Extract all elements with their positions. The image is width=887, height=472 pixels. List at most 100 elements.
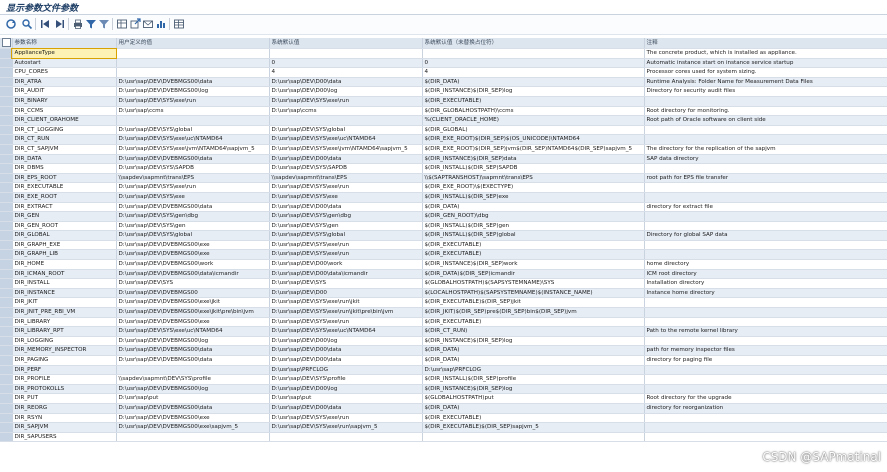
comment-cell[interactable]: Processor cores used for system sizing.	[644, 67, 887, 78]
first-page-icon[interactable]	[38, 17, 52, 31]
default-unsubstituted-cell[interactable]: $(DIR_INSTALL)$(DIR_SEP)gen	[422, 221, 645, 232]
row-selector[interactable]	[0, 374, 13, 385]
comment-cell[interactable]: Path to the remote kernel library	[644, 326, 887, 337]
comment-cell[interactable]	[644, 192, 887, 203]
table-row[interactable]: DIR_EXE_ROOT D:\usr\sap\DEV\SYS\exe D:\usr…	[0, 192, 887, 203]
row-selector[interactable]	[0, 211, 13, 222]
default-unsubstituted-cell[interactable]: $(DIR_DATA)	[422, 77, 645, 88]
default-unsubstituted-cell[interactable]: $(DIR_INSTALL)$(DIR_SEP)SAPDB	[422, 163, 645, 174]
comment-cell[interactable]: directory for paging file	[644, 355, 887, 366]
default-value-cell[interactable]: D:\usr\sap\DEV\SYS\exe\run	[269, 413, 423, 424]
table-row[interactable]: DIR_DBMS D:\usr\sap\DEV\SYS\SAPDB D:\usr\s…	[0, 163, 887, 174]
export-icon[interactable]	[128, 17, 142, 31]
default-unsubstituted-cell[interactable]: $(DIR_EXECUTABLE)	[422, 413, 645, 424]
default-unsubstituted-cell[interactable]: $(DIR_DATA)	[422, 202, 645, 213]
table-row[interactable]: DIR_GRAPH_EXE D:\usr\sap\DEV\DVEBMGS00\ex…	[0, 240, 887, 251]
table-row[interactable]: DIR_GEN_ROOT D:\usr\sap\DEV\SYS\gen D:\usr…	[0, 221, 887, 232]
user-value-cell[interactable]	[116, 48, 270, 59]
comment-cell[interactable]: The concrete product, which is installed…	[644, 48, 887, 59]
table-row[interactable]: DIR_LIBRARY_RPT D:\usr\sap\DEV\SYS\exe\uc…	[0, 326, 887, 337]
table-row[interactable]: DIR_PUT D:\usr\sap\put D:\usr\sap\put $(GLO…	[0, 393, 887, 404]
default-value-cell[interactable]: 0	[269, 58, 423, 69]
comment-cell[interactable]	[644, 374, 887, 385]
row-selector[interactable]	[0, 384, 13, 395]
user-value-cell[interactable]: D:\usr\sap\DEV\DVEBMGS00\data	[116, 154, 270, 165]
param-name-cell[interactable]: DIR_PROTOKOLLS	[12, 384, 117, 395]
row-selector[interactable]	[0, 317, 13, 328]
row-selector[interactable]	[0, 77, 13, 88]
user-value-cell[interactable]: D:\usr\sap\DEV\DVEBMGS00\log	[116, 86, 270, 97]
param-name-cell[interactable]: DIR_ATRA	[12, 77, 117, 88]
default-unsubstituted-cell[interactable]: 0	[422, 58, 645, 69]
row-selector[interactable]	[0, 144, 13, 155]
param-name-cell[interactable]: DIR_JKIT	[12, 297, 117, 309]
table-row[interactable]: DIR_SAPJVM D:\usr\sap\DEV\DVEBMGS00\exe\s…	[0, 422, 887, 433]
row-selector[interactable]	[0, 125, 13, 136]
filter-icon[interactable]	[84, 17, 98, 31]
row-selector[interactable]	[0, 115, 13, 126]
row-selector[interactable]	[0, 221, 13, 232]
comment-cell[interactable]	[644, 125, 887, 136]
comment-cell[interactable]: path for memory inspector files	[644, 345, 887, 356]
default-value-cell[interactable]: D:\usr\sap\DEV\SYS\SAPDB	[269, 163, 423, 174]
param-name-cell[interactable]: DIR_CLIENT_ORAHOME	[12, 115, 117, 126]
row-selector[interactable]	[0, 240, 13, 251]
table-row[interactable]: DIR_CT_LOGGING D:\usr\sap\DEV\SYS\global D…	[0, 125, 887, 136]
comment-cell[interactable]	[644, 365, 887, 376]
row-selector[interactable]	[0, 58, 13, 69]
user-value-cell[interactable]	[116, 67, 270, 78]
param-name-cell[interactable]: DIR_EXTRACT	[12, 202, 117, 213]
row-selector[interactable]	[0, 288, 13, 299]
row-selector[interactable]	[0, 326, 13, 337]
default-unsubstituted-cell[interactable]: $(DIR_EXECUTABLE)	[422, 96, 645, 107]
default-unsubstituted-cell[interactable]: $(DIR_INSTANCE)$(DIR_SEP)log	[422, 86, 645, 97]
comment-cell[interactable]: Automatic instance start on instance ser…	[644, 58, 887, 69]
comment-cell[interactable]: Runtime Analysis: Folder Name for Measur…	[644, 77, 887, 88]
comment-cell[interactable]	[644, 134, 887, 145]
default-unsubstituted-cell[interactable]: $(DIR_EXE_ROOT)\$(EXECTYPE)	[422, 182, 645, 193]
param-name-cell[interactable]: DIR_GLOBAL	[12, 230, 117, 241]
default-value-cell[interactable]: D:\usr\sap\DEV\SYS\profile	[269, 374, 423, 385]
param-name-cell[interactable]: DIR_GRAPH_EXE	[12, 240, 117, 251]
user-value-cell[interactable]: D:\usr\sap\DEV\DVEBMGS00\data\icmandir	[116, 269, 270, 280]
param-name-cell[interactable]: DIR_CT_SAPJVM	[12, 144, 117, 155]
comment-cell[interactable]	[644, 96, 887, 107]
user-value-cell[interactable]: D:\usr\sap\DEV\DVEBMGS00\exe\jkit\pre\bi…	[116, 307, 270, 318]
column-header-default-unsubstituted[interactable]: 系统默认值（未替换占位符）	[422, 38, 645, 49]
user-value-cell[interactable]: D:\usr\sap\DEV\DVEBMGS00\exe	[116, 413, 270, 424]
param-name-cell[interactable]: DIR_HOME	[12, 259, 117, 270]
row-selector[interactable]	[0, 67, 13, 78]
default-unsubstituted-cell[interactable]	[422, 432, 645, 443]
user-value-cell[interactable]: D:\usr\sap\DEV\SYS\global	[116, 230, 270, 241]
default-value-cell[interactable]: D:\usr\sap\DEV\D00\data	[269, 77, 423, 88]
comment-cell[interactable]: home directory	[644, 259, 887, 270]
default-unsubstituted-cell[interactable]: $(DIR_INSTALL)$(DIR_SEP)exe	[422, 192, 645, 203]
user-value-cell[interactable]: D:\usr\sap\DEV\DVEBMGS00\log	[116, 384, 270, 395]
comment-cell[interactable]	[644, 221, 887, 232]
table-row[interactable]: DIR_REORG D:\usr\sap\DEV\DVEBMGS00\data D:…	[0, 403, 887, 414]
row-selector[interactable]	[0, 269, 13, 280]
param-name-cell[interactable]: DIR_LIBRARY_RPT	[12, 326, 117, 337]
default-unsubstituted-cell[interactable]: $(DIR_INSTANCE)$(DIR_SEP)work	[422, 259, 645, 270]
default-value-cell[interactable]	[269, 432, 423, 443]
user-value-cell[interactable]: D:\usr\sap\DEV\DVEBMGS00\data	[116, 355, 270, 366]
graphic-icon[interactable]	[154, 17, 168, 31]
table-row[interactable]: DIR_CT_SAPJVM D:\usr\sap\DEV\SYS\exe\jvm\…	[0, 144, 887, 155]
default-unsubstituted-cell[interactable]: $(DIR_EXECUTABLE)	[422, 249, 645, 261]
param-name-cell[interactable]: DIR_CCMS	[12, 106, 117, 117]
row-selector[interactable]	[0, 413, 13, 424]
default-unsubstituted-cell[interactable]: %(CLIENT_ORACLE_HOME)	[422, 115, 645, 126]
default-value-cell[interactable]: D:\usr\sap\DEV\D00\data	[269, 202, 423, 213]
default-unsubstituted-cell[interactable]: $(DIR_EXE_ROOT)$(DIR_SEP)$(OS_UNICODE)\N…	[422, 134, 645, 145]
table-row[interactable]: DIR_ICMAN_ROOT D:\usr\sap\DEV\DVEBMGS00\d…	[0, 269, 887, 280]
comment-cell[interactable]: Directory for security audit files	[644, 86, 887, 97]
comment-cell[interactable]	[644, 182, 887, 193]
column-header-comment[interactable]: 注释	[644, 38, 887, 49]
comment-cell[interactable]	[644, 413, 887, 424]
settings-icon[interactable]	[172, 17, 186, 31]
default-unsubstituted-cell[interactable]: $(DIR_DATA)	[422, 355, 645, 366]
default-unsubstituted-cell[interactable]: $(DIR_EXECUTABLE)$(DIR_SEP)sapjvm_5	[422, 422, 645, 433]
select-all-cell[interactable]	[0, 38, 13, 49]
default-value-cell[interactable]: D:\usr\sap\DEV\SYS\exe\run\jkit	[269, 297, 423, 309]
row-selector[interactable]	[0, 134, 13, 145]
